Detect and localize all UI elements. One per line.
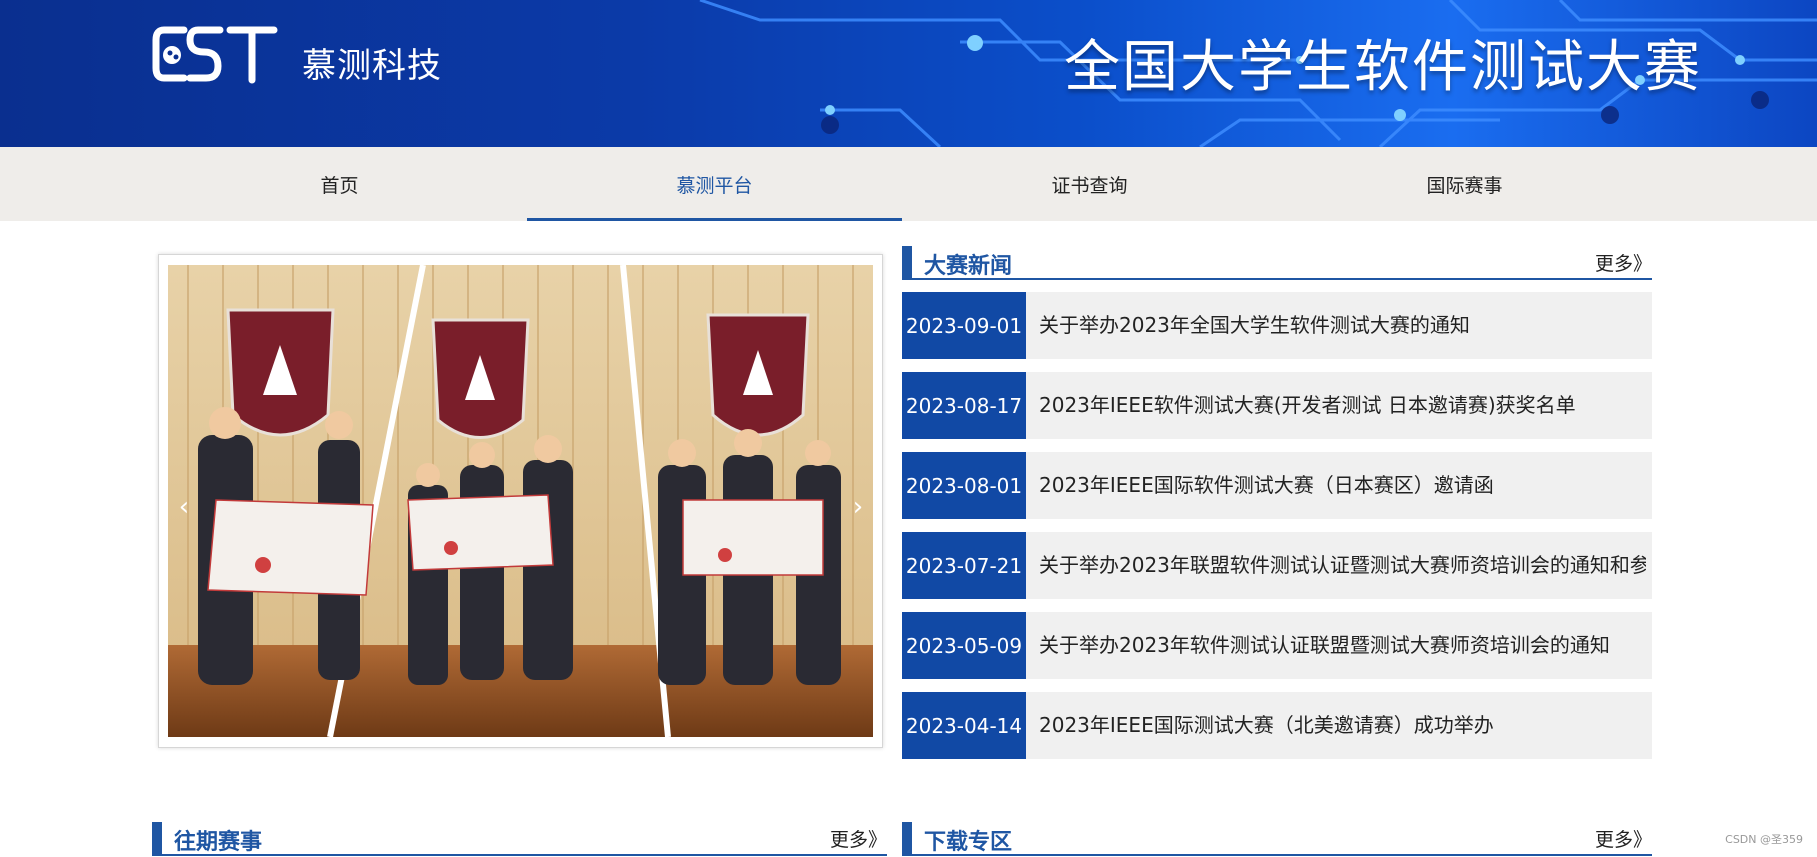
- nav-item-platform[interactable]: 慕测平台: [527, 147, 902, 221]
- slider-image[interactable]: [168, 265, 873, 737]
- download-more-link[interactable]: 更多》: [1595, 825, 1652, 852]
- award-ceremony-photo: [168, 265, 873, 737]
- news-date: 2023-07-21: [902, 532, 1026, 599]
- chevron-right-icon[interactable]: ›: [843, 485, 873, 529]
- news-item[interactable]: 2023-08-01 2023年IEEE国际软件测试大赛（日本赛区）邀请函: [902, 452, 1652, 519]
- photo-slider[interactable]: ‹ ›: [158, 254, 883, 748]
- header-banner: 慕测科技 全国大学生软件测试大赛: [0, 0, 1817, 147]
- news-date: 2023-08-01: [902, 452, 1026, 519]
- news-date: 2023-09-01: [902, 292, 1026, 359]
- news-title[interactable]: 2023年IEEE国际测试大赛（北美邀请赛）成功举办: [1039, 692, 1646, 759]
- news-item[interactable]: 2023-04-14 2023年IEEE国际测试大赛（北美邀请赛）成功举办: [902, 692, 1652, 759]
- cst-logo[interactable]: [150, 20, 278, 88]
- watermark: CSDN @圣359: [1725, 833, 1803, 846]
- news-date: 2023-05-09: [902, 612, 1026, 679]
- news-title[interactable]: 2023年IEEE国际软件测试大赛（日本赛区）邀请函: [1039, 452, 1646, 519]
- news-title[interactable]: 关于举办2023年联盟软件测试认证暨测试大赛师资培训会的通知和参: [1039, 532, 1646, 599]
- nav-item-international[interactable]: 国际赛事: [1277, 147, 1652, 221]
- news-title[interactable]: 关于举办2023年软件测试认证联盟暨测试大赛师资培训会的通知: [1039, 612, 1646, 679]
- news-item[interactable]: 2023-07-21 关于举办2023年联盟软件测试认证暨测试大赛师资培训会的通…: [902, 532, 1652, 599]
- section-marker: [902, 246, 912, 278]
- chevron-left-icon[interactable]: ‹: [169, 485, 199, 529]
- news-item[interactable]: 2023-08-17 2023年IEEE软件测试大赛(开发者测试 日本邀请赛)获…: [902, 372, 1652, 439]
- news-date: 2023-08-17: [902, 372, 1026, 439]
- section-marker: [152, 822, 162, 854]
- past-more-link[interactable]: 更多》: [830, 825, 887, 852]
- news-list: 2023-09-01 关于举办2023年全国大学生软件测试大赛的通知 2023-…: [902, 292, 1652, 772]
- past-section-header: 往期赛事 更多》: [152, 822, 887, 856]
- news-item[interactable]: 2023-05-09 关于举办2023年软件测试认证联盟暨测试大赛师资培训会的通…: [902, 612, 1652, 679]
- past-section-title: 往期赛事: [174, 830, 263, 855]
- news-title[interactable]: 关于举办2023年全国大学生软件测试大赛的通知: [1039, 292, 1646, 359]
- news-more-link[interactable]: 更多》: [1595, 249, 1652, 276]
- section-marker: [902, 822, 912, 854]
- news-date: 2023-04-14: [902, 692, 1026, 759]
- brand-name: 慕测科技: [302, 46, 442, 86]
- download-section-header: 下载专区 更多》: [902, 822, 1652, 856]
- nav-item-home[interactable]: 首页: [152, 147, 527, 221]
- news-section-header: 大赛新闻 更多》: [902, 246, 1652, 280]
- main-nav: 首页 慕测平台 证书查询 国际赛事: [0, 147, 1817, 221]
- news-section-title: 大赛新闻: [924, 254, 1013, 279]
- news-title[interactable]: 2023年IEEE软件测试大赛(开发者测试 日本邀请赛)获奖名单: [1039, 372, 1646, 439]
- nav-item-certificate[interactable]: 证书查询: [902, 147, 1277, 221]
- download-section-title: 下载专区: [924, 830, 1013, 855]
- banner-title: 全国大学生软件测试大赛: [1064, 35, 1702, 100]
- news-item[interactable]: 2023-09-01 关于举办2023年全国大学生软件测试大赛的通知: [902, 292, 1652, 359]
